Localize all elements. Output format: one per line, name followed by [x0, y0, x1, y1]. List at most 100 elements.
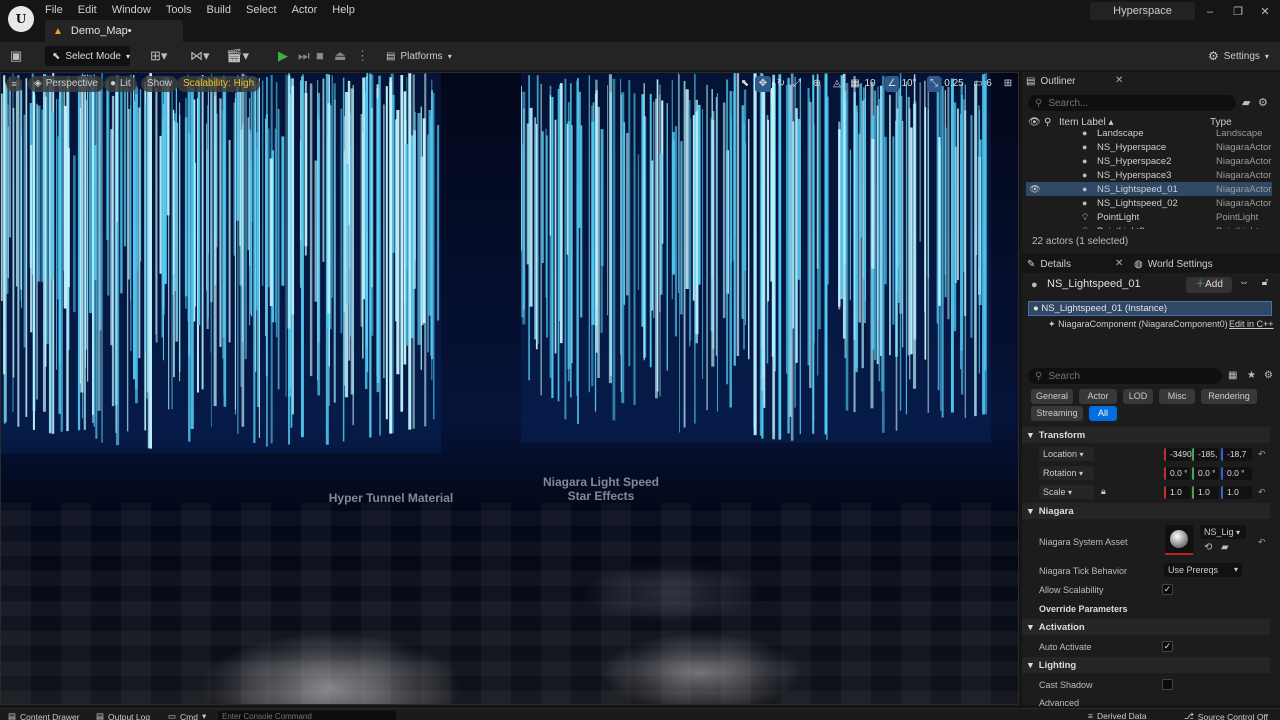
close-icon[interactable]: ✕	[1115, 75, 1123, 86]
play-icon[interactable]: ▶	[278, 47, 288, 65]
camera-speed-icon[interactable]: ▭	[971, 76, 985, 92]
lit-button[interactable]: ● Lit	[104, 76, 137, 92]
instance-row[interactable]: ● NS_Lightspeed_01 (Instance)	[1028, 301, 1272, 316]
menu-tools[interactable]: Tools	[166, 3, 201, 17]
rotation-z[interactable]: 0.0 °	[1221, 467, 1252, 480]
save-icon[interactable]: ▣	[10, 47, 22, 65]
add-folder-icon[interactable]: ▰	[1242, 94, 1250, 112]
outliner-row[interactable]: 👁︎ ● NS_Lightspeed_01 NiagaraActor	[1026, 182, 1272, 196]
visibility-eye-icon[interactable]: 👁︎	[1026, 184, 1044, 195]
step-icon[interactable]: ⏭︎	[298, 47, 310, 65]
details-search[interactable]: ⚲	[1028, 368, 1222, 384]
section-activation[interactable]: ▾ Activation	[1022, 619, 1270, 635]
tab-outliner[interactable]: ▤ Outliner	[1026, 72, 1075, 90]
tab-details[interactable]: ✎ Details	[1027, 255, 1071, 273]
section-lighting[interactable]: ▾ Lighting	[1022, 657, 1270, 673]
scalability-badge[interactable]: Scalability: High	[177, 76, 261, 92]
blueprint-convert-icon[interactable]: ⇔	[1236, 277, 1252, 293]
component-row[interactable]: ✦ NiagaraComponent (NiagaraComponent0)	[1048, 319, 1228, 330]
category-general[interactable]: General	[1031, 389, 1073, 404]
scale-snap-value[interactable]: 0.25	[943, 76, 965, 92]
world-space-icon[interactable]: ⊕	[809, 76, 825, 92]
grid-snap-value[interactable]: 10	[863, 76, 877, 92]
stop-icon[interactable]: ■	[316, 47, 324, 65]
derived-data-button[interactable]: ≡ Derived Data	[1088, 711, 1147, 720]
lock-icon[interactable]: 🔓︎	[1257, 277, 1273, 293]
more-options-icon[interactable]: ⋮	[356, 47, 369, 65]
translate-tool-icon[interactable]: ✥	[755, 76, 771, 92]
blueprint-icon[interactable]: ⋈▾	[190, 47, 210, 65]
close-icon[interactable]: ✕	[1115, 258, 1123, 269]
menu-edit[interactable]: Edit	[78, 3, 106, 17]
column-item-label[interactable]: Item Label ▴	[1059, 117, 1114, 128]
table-view-icon[interactable]: ▦	[1228, 367, 1237, 385]
platforms-button[interactable]: ▤ Platforms ▾	[386, 46, 452, 66]
outliner-search-input[interactable]	[1048, 97, 1199, 109]
outliner-row[interactable]: ● NS_Hyperspace2 NiagaraActor	[1026, 154, 1272, 168]
source-control-button[interactable]: ⎇ Source Control Off	[1184, 711, 1268, 720]
rotate-tool-icon[interactable]: ↻	[773, 76, 789, 92]
output-log-button[interactable]: ▤ Output Log	[96, 711, 150, 720]
auto-activate-checkbox[interactable]: ✓	[1162, 641, 1173, 652]
scale-tool-icon[interactable]: ⤢	[789, 76, 805, 92]
menu-build[interactable]: Build	[207, 3, 240, 17]
details-search-input[interactable]	[1048, 370, 1169, 382]
menu-select[interactable]: Select	[246, 3, 286, 17]
cmd-button[interactable]: ▭ Cmd ▾	[168, 711, 206, 720]
outliner-row[interactable]: 💡︎ PointLight PointLight	[1026, 210, 1272, 224]
outliner-search[interactable]: ⚲	[1028, 95, 1236, 111]
scale-x[interactable]: 1.0	[1164, 486, 1190, 499]
outliner-row[interactable]: 💡︎ PointLight2 PointLight	[1026, 224, 1272, 230]
category-misc[interactable]: Misc	[1159, 389, 1195, 404]
level-viewport[interactable]: Hyper Tunnel Material Niagara Light Spee…	[0, 72, 1019, 705]
actor-name[interactable]: NS_Lightspeed_01	[1047, 278, 1141, 290]
rotation-y[interactable]: 0.0 °	[1192, 467, 1219, 480]
column-type[interactable]: Type	[1210, 117, 1232, 128]
reset-asset-icon[interactable]: ↶	[1258, 537, 1266, 548]
advanced-label[interactable]: Advanced	[1039, 698, 1079, 708]
reset-location-icon[interactable]: ↶	[1258, 449, 1266, 460]
category-lod[interactable]: LOD	[1123, 389, 1153, 404]
category-all[interactable]: All	[1089, 406, 1117, 421]
scale-z[interactable]: 1.0	[1221, 486, 1252, 499]
override-parameters-label[interactable]: Override Parameters	[1039, 604, 1128, 614]
rotation-snap-value[interactable]: 10°	[901, 76, 917, 92]
grid-snap-icon[interactable]: ▦	[849, 76, 861, 92]
cast-shadow-checkbox[interactable]	[1162, 679, 1173, 690]
section-niagara[interactable]: ▾ Niagara	[1022, 503, 1270, 519]
tab-world-settings[interactable]: ◍ World Settings	[1134, 255, 1213, 273]
niagara-asset-thumbnail[interactable]	[1165, 525, 1193, 555]
perspective-button[interactable]: ◈ Perspective	[28, 76, 104, 92]
surface-snap-icon[interactable]: ◬	[829, 76, 845, 92]
scale-lock-icon[interactable]: 🔒︎	[1101, 486, 1106, 497]
location-y[interactable]: -185,	[1192, 448, 1219, 461]
location-x[interactable]: -3490	[1164, 448, 1192, 461]
category-streaming[interactable]: Streaming	[1031, 406, 1083, 421]
settings-button[interactable]: ⚙ Settings ▾	[1208, 46, 1269, 66]
scale-snap-icon[interactable]: ⤡	[927, 76, 941, 92]
content-drawer-button[interactable]: ▤ Content Drawer	[8, 711, 80, 720]
add-component-button[interactable]: ＋Add	[1186, 277, 1232, 293]
outliner-row[interactable]: ● NS_Hyperspace NiagaraActor	[1026, 140, 1272, 154]
outliner-row[interactable]: ● NS_Hyperspace3 NiagaraActor	[1026, 168, 1272, 182]
menu-actor[interactable]: Actor	[292, 3, 327, 17]
edit-cpp-link[interactable]: Edit in C++	[1229, 319, 1274, 329]
allow-scalability-checkbox[interactable]: ✓	[1162, 584, 1173, 595]
minimize-icon[interactable]: –	[1202, 4, 1218, 20]
scale-y[interactable]: 1.0	[1192, 486, 1219, 499]
outliner-settings-icon[interactable]: ⚙	[1258, 94, 1268, 112]
console-input[interactable]	[218, 711, 396, 720]
select-mode-dropdown[interactable]: ⬉ Select Mode ▾	[45, 46, 130, 66]
scale-dropdown[interactable]: Scale ▾	[1039, 485, 1094, 499]
find-in-browser-icon[interactable]: ▰	[1221, 542, 1229, 553]
details-settings-icon[interactable]: ⚙	[1264, 367, 1273, 385]
hamburger-icon[interactable]: ≡	[6, 76, 22, 92]
menu-file[interactable]: File	[45, 3, 72, 17]
rotation-dropdown[interactable]: Rotation ▾	[1039, 466, 1094, 480]
browse-asset-icon[interactable]: ⟲	[1204, 542, 1212, 553]
star-icon[interactable]: ★	[1247, 367, 1256, 385]
maximize-viewport-icon[interactable]: ⊞	[1001, 76, 1015, 92]
location-dropdown[interactable]: Location ▾	[1039, 447, 1094, 461]
outliner-row[interactable]: ● NS_Lightspeed_02 NiagaraActor	[1026, 196, 1272, 210]
level-tab[interactable]: ▲ Demo_Map•	[45, 20, 183, 42]
